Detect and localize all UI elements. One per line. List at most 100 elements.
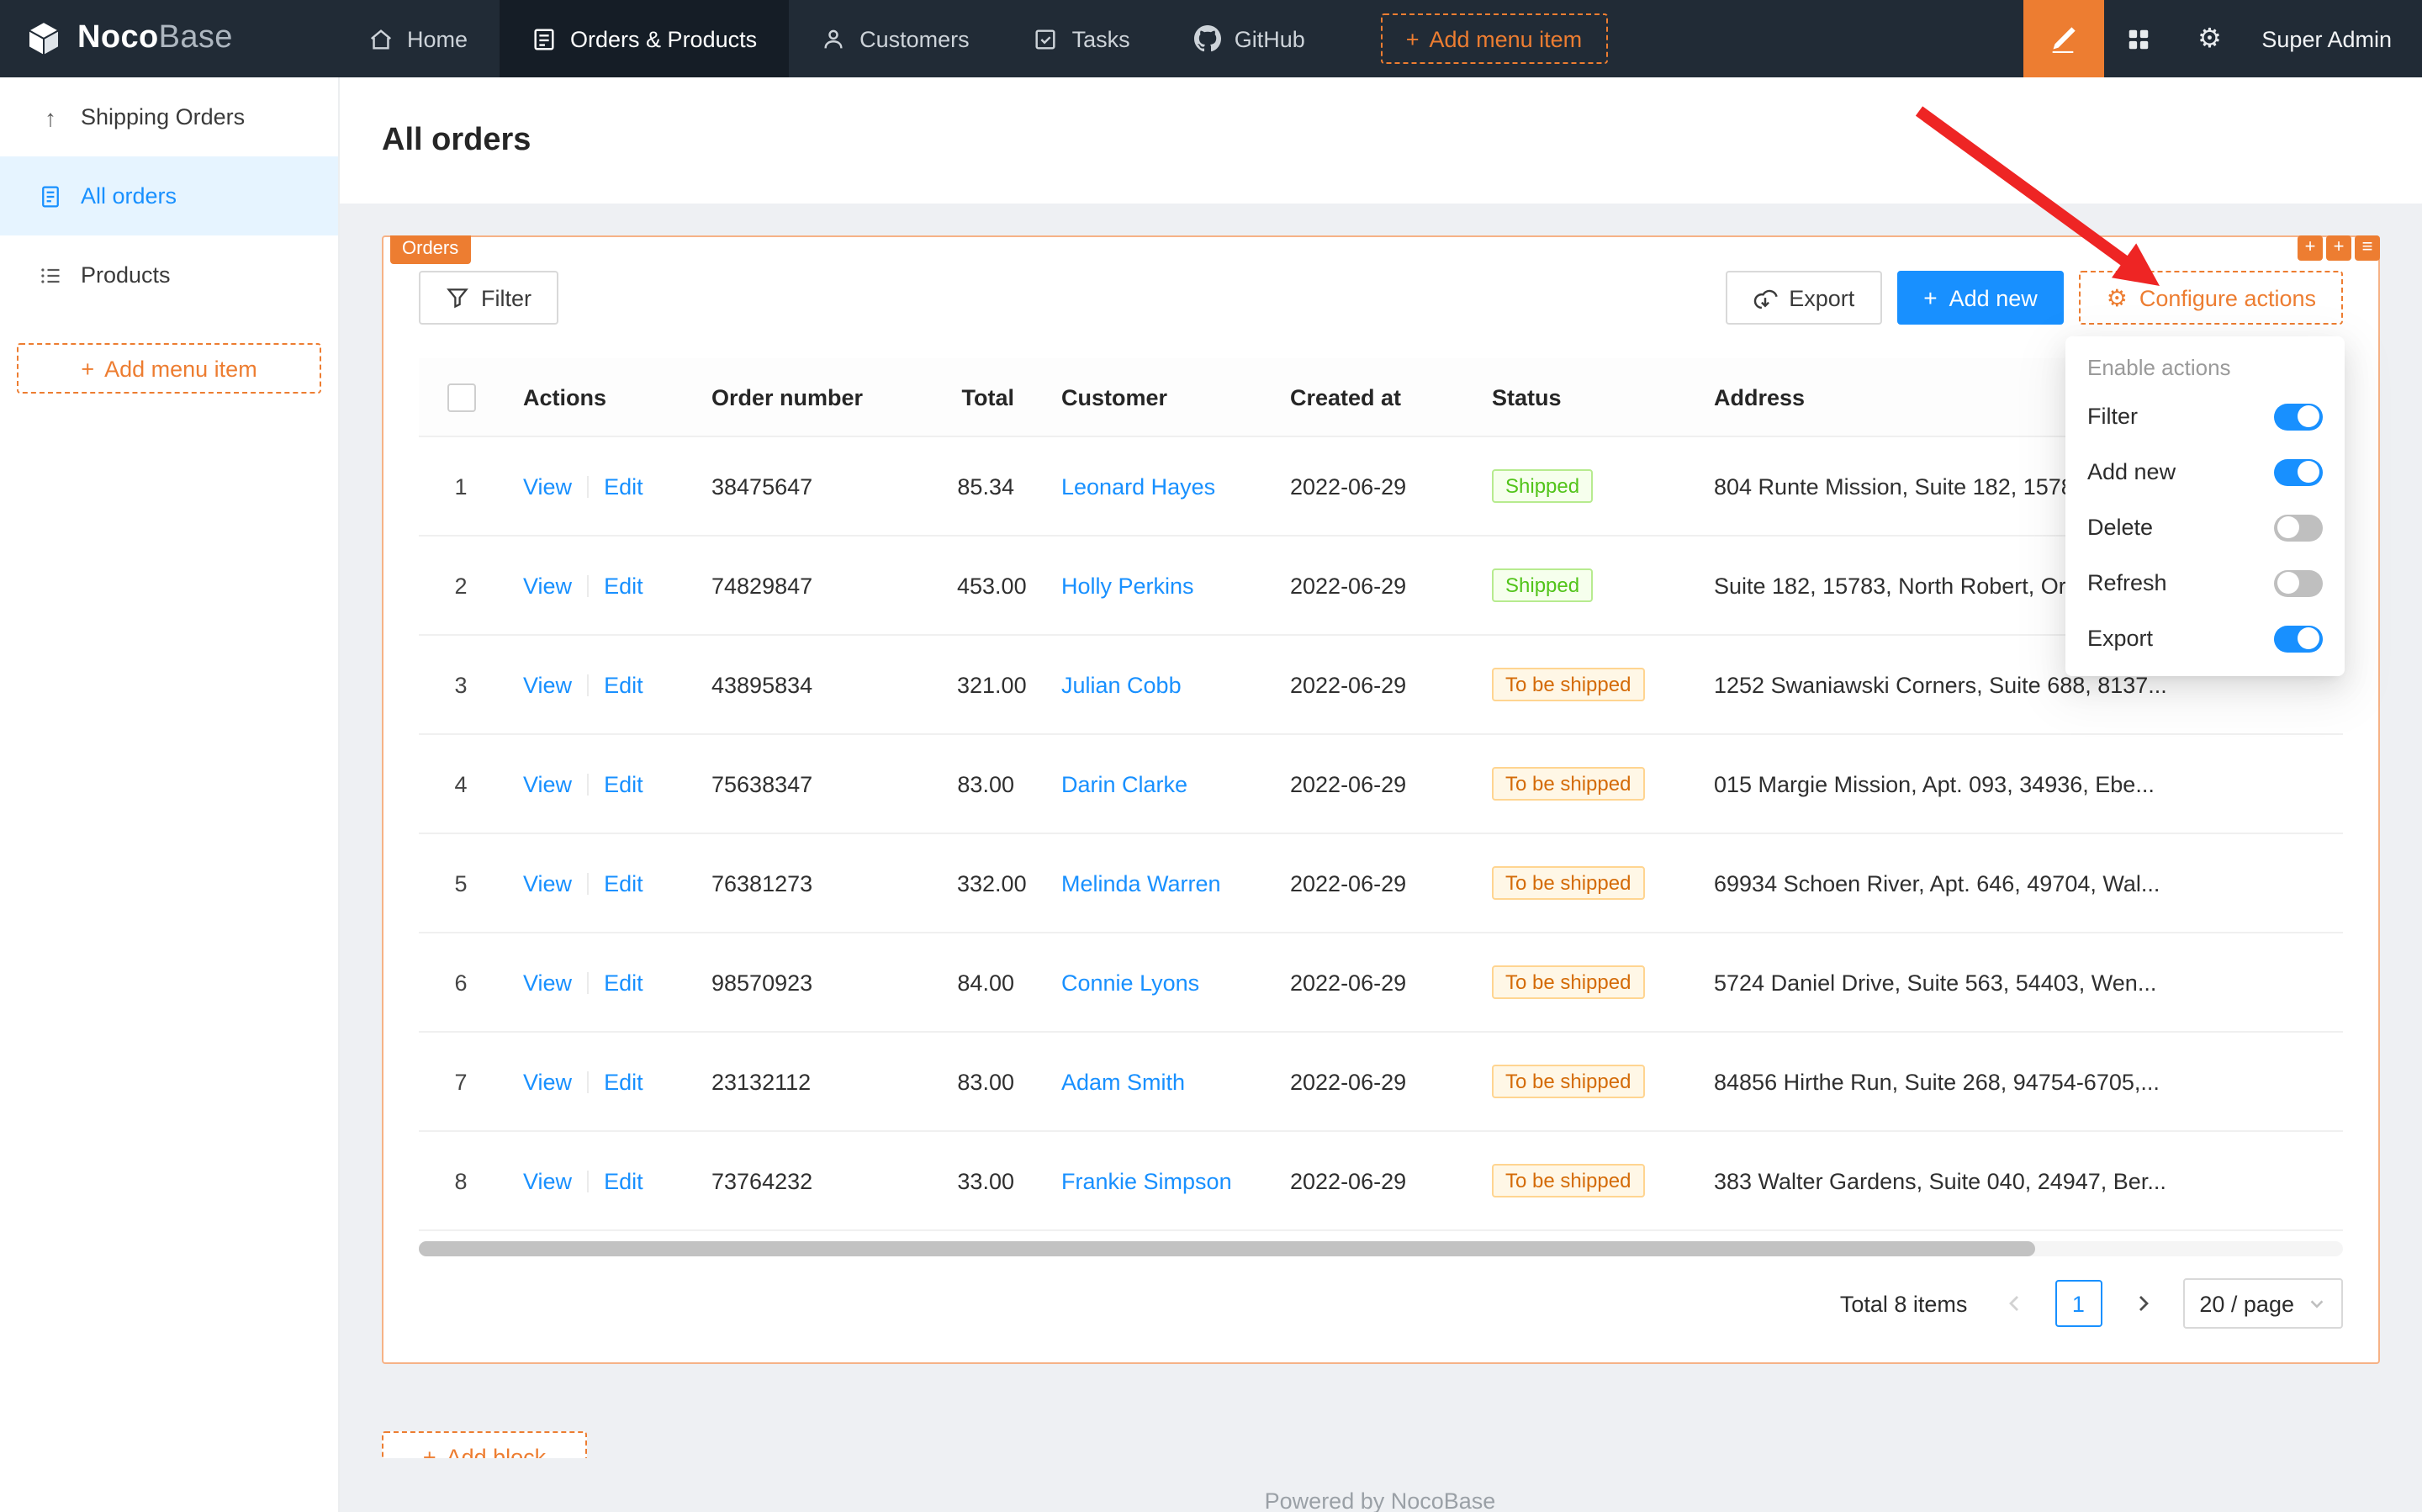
row-actions: View Edit [503, 1131, 691, 1230]
customer-cell: Adam Smith [1041, 1032, 1270, 1131]
delete-toggle[interactable] [2274, 514, 2323, 541]
edit-link[interactable]: Edit [604, 870, 643, 896]
row-actions: View Edit [503, 734, 691, 833]
github-icon [1194, 25, 1221, 52]
menu-item-add-new[interactable]: Add new [2065, 444, 2345, 500]
view-link[interactable]: View [523, 1168, 572, 1193]
block-drag-icon[interactable]: ≡ [2355, 235, 2380, 261]
edit-link[interactable]: Edit [604, 473, 643, 499]
column-header-order-number: Order number [691, 358, 937, 436]
orders-table: Actions Order number Total Customer Crea… [419, 358, 2343, 1231]
created-at-cell: 2022-06-29 [1270, 734, 1472, 833]
nav-item-home[interactable]: Home [336, 0, 500, 77]
filter-toggle[interactable] [2274, 403, 2323, 430]
view-link[interactable]: View [523, 970, 572, 995]
prev-page-button[interactable] [1991, 1280, 2038, 1327]
view-link[interactable]: View [523, 870, 572, 896]
customer-link[interactable]: Leonard Hayes [1061, 473, 1215, 499]
status-cell: To be shipped [1472, 1032, 1694, 1131]
block-add-icon-2[interactable]: + [2326, 235, 2351, 261]
edit-link[interactable]: Edit [604, 1069, 643, 1094]
edit-link[interactable]: Edit [604, 1168, 643, 1193]
order-number-cell: 38475647 [691, 436, 937, 536]
select-all-checkbox[interactable] [447, 383, 475, 411]
ui-editor-button[interactable] [2023, 0, 2103, 77]
view-link[interactable]: View [523, 473, 572, 499]
edit-link[interactable]: Edit [604, 672, 643, 697]
created-at-cell: 2022-06-29 [1270, 635, 1472, 734]
export-toggle[interactable] [2274, 625, 2323, 652]
table-row: 3ViewEdit43895834321.00Julian Cobb2022-0… [419, 635, 2343, 734]
block-add-icon[interactable]: + [2298, 235, 2323, 261]
menu-item-delete[interactable]: Delete [2065, 500, 2345, 555]
status-badge: To be shipped [1492, 668, 1644, 701]
customer-link[interactable]: Melinda Warren [1061, 870, 1221, 896]
edit-link[interactable]: Edit [604, 970, 643, 995]
customers-icon [821, 26, 846, 51]
add-menu-item-button-side[interactable]: + Add menu item [17, 343, 321, 394]
view-link[interactable]: View [523, 771, 572, 796]
total-cell: 453.00 [937, 536, 1041, 635]
customer-link[interactable]: Julian Cobb [1061, 672, 1182, 697]
configure-actions-button[interactable]: ⚙ Configure actions [2080, 271, 2343, 325]
sidebar-item-shipping-orders[interactable]: ↑ Shipping Orders [0, 77, 338, 156]
view-link[interactable]: View [523, 573, 572, 598]
column-header-customer: Customer [1041, 358, 1270, 436]
page-title: All orders [382, 122, 531, 159]
next-page-button[interactable] [2118, 1280, 2166, 1327]
row-index: 7 [419, 1032, 503, 1131]
menu-item-filter[interactable]: Filter [2065, 389, 2345, 444]
page-number-button[interactable]: 1 [2054, 1280, 2102, 1327]
customer-link[interactable]: Holly Perkins [1061, 573, 1194, 598]
nav-item-tasks[interactable]: Tasks [1002, 0, 1162, 77]
add-new-button[interactable]: + Add new [1896, 271, 2064, 325]
plus-icon: + [1406, 26, 1420, 51]
plugin-manager-icon[interactable] [2103, 0, 2174, 77]
export-button[interactable]: Export [1725, 271, 1881, 325]
order-number-cell: 23132112 [691, 1032, 937, 1131]
row-index: 6 [419, 933, 503, 1032]
table-row: 5ViewEdit76381273332.00Melinda Warren202… [419, 833, 2343, 933]
top-navbar: NocoBase Home Orders & Products Customer… [0, 0, 2422, 77]
highlighter-pen-icon [2049, 24, 2077, 53]
menu-item-refresh[interactable]: Refresh [2065, 555, 2345, 611]
page-size-select[interactable]: 20 / page [2182, 1278, 2343, 1329]
table-header-row: Actions Order number Total Customer Crea… [419, 358, 2343, 436]
user-menu[interactable]: Super Admin [2245, 0, 2422, 77]
edit-link[interactable]: Edit [604, 573, 643, 598]
menu-item-export[interactable]: Export [2065, 611, 2345, 666]
status-badge: To be shipped [1492, 866, 1644, 900]
nav-item-github[interactable]: GitHub [1162, 0, 1337, 77]
sidebar-item-all-orders[interactable]: All orders [0, 156, 338, 235]
customer-link[interactable]: Connie Lyons [1061, 970, 1199, 995]
view-link[interactable]: View [523, 1069, 572, 1094]
customer-link[interactable]: Frankie Simpson [1061, 1168, 1232, 1193]
customer-link[interactable]: Adam Smith [1061, 1069, 1185, 1094]
actions-divider [587, 1171, 589, 1193]
edit-link[interactable]: Edit [604, 771, 643, 796]
add-menu-item-button-top[interactable]: + Add menu item [1381, 13, 1607, 64]
brand-logo[interactable]: NocoBase [0, 0, 336, 77]
nav-item-orders-products[interactable]: Orders & Products [500, 0, 789, 77]
sidebar-item-products[interactable]: Products [0, 235, 338, 315]
actions-divider [587, 874, 589, 896]
row-index: 4 [419, 734, 503, 833]
add-block-button[interactable]: + Add block [382, 1431, 587, 1458]
table-row: 1ViewEdit3847564785.34Leonard Hayes2022-… [419, 436, 2343, 536]
total-cell: 85.34 [937, 436, 1041, 536]
settings-gear-icon[interactable]: ⚙ [2174, 0, 2245, 77]
actions-divider [587, 775, 589, 796]
main-area: All orders Orders + + ≡ Filter [338, 77, 2422, 1512]
view-link[interactable]: View [523, 672, 572, 697]
filter-button[interactable]: Filter [419, 271, 558, 325]
horizontal-scrollbar-thumb[interactable] [419, 1241, 2035, 1256]
customer-link[interactable]: Darin Clarke [1061, 771, 1187, 796]
column-header-status: Status [1472, 358, 1694, 436]
block-designer-tag: Orders [390, 235, 470, 264]
refresh-toggle[interactable] [2274, 569, 2323, 596]
actions-divider [587, 576, 589, 598]
status-badge: To be shipped [1492, 1164, 1644, 1197]
pagination-total: Total 8 items [1840, 1291, 1968, 1316]
add-new-toggle[interactable] [2274, 458, 2323, 485]
nav-item-customers[interactable]: Customers [789, 0, 1002, 77]
